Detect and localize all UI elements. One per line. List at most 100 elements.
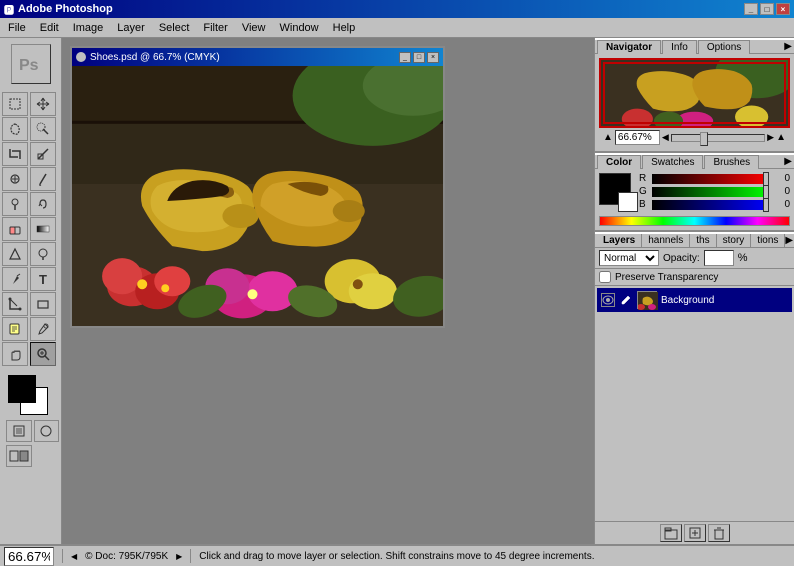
- maximize-button[interactable]: □: [760, 3, 774, 15]
- color-spectrum-bar[interactable]: [599, 216, 790, 226]
- red-slider-thumb[interactable]: [763, 172, 769, 186]
- blue-value: 0: [772, 199, 790, 210]
- layer-item-background[interactable]: Background: [597, 288, 792, 312]
- document-canvas[interactable]: [72, 66, 443, 326]
- color-foreground-bg-swatch[interactable]: [599, 173, 631, 205]
- gradient-tool[interactable]: [30, 217, 56, 241]
- tab-swatches[interactable]: Swatches: [642, 155, 703, 169]
- tab-layers[interactable]: Layers: [597, 234, 642, 247]
- shape-tool[interactable]: [30, 292, 56, 316]
- notes-tool[interactable]: [2, 317, 28, 341]
- pen-tool[interactable]: [2, 267, 28, 291]
- tab-options[interactable]: Options: [698, 40, 750, 54]
- full-screen-mode-button[interactable]: [6, 445, 32, 467]
- doc-window-controls[interactable]: _ □ ×: [399, 52, 439, 63]
- opacity-input[interactable]: [704, 250, 734, 266]
- app-title-left: 🅿 Adobe Photoshop: [4, 2, 113, 17]
- eyedropper-tool[interactable]: [30, 317, 56, 341]
- lasso-tool[interactable]: [2, 117, 28, 141]
- tool-row-10: [2, 317, 59, 341]
- eraser-tool[interactable]: [2, 217, 28, 241]
- marquee-tool[interactable]: [2, 92, 28, 116]
- red-slider-row: R 0: [639, 173, 790, 184]
- layer-visibility-icon[interactable]: [601, 293, 615, 307]
- navigator-expand-icon[interactable]: ▶: [784, 41, 792, 52]
- svg-text:Ps: Ps: [19, 57, 39, 74]
- zoom-slider-track[interactable]: [671, 134, 765, 142]
- zoom-tool[interactable]: [30, 342, 56, 366]
- blue-slider-row: B 0: [639, 199, 790, 210]
- history-brush-tool[interactable]: [30, 192, 56, 216]
- navigator-panel: Navigator Info Options ▶: [595, 38, 794, 153]
- navigator-thumbnail[interactable]: [599, 58, 790, 128]
- blue-slider-track[interactable]: [652, 200, 769, 210]
- blend-mode-select[interactable]: Normal: [599, 250, 659, 266]
- menu-file[interactable]: File: [2, 20, 32, 36]
- type-tool[interactable]: T: [30, 267, 56, 291]
- tab-navigator[interactable]: Navigator: [597, 40, 661, 54]
- menu-select[interactable]: Select: [153, 20, 196, 36]
- green-slider-row: G 0: [639, 186, 790, 197]
- status-right-arrow[interactable]: ▶: [176, 552, 182, 561]
- tab-info[interactable]: Info: [662, 40, 697, 54]
- tab-color[interactable]: Color: [597, 155, 641, 169]
- tab-paths[interactable]: ths: [690, 234, 716, 247]
- path-select-tool[interactable]: [2, 292, 28, 316]
- tab-brushes[interactable]: Brushes: [704, 155, 759, 169]
- brush-tool[interactable]: [30, 167, 56, 191]
- zoom-arrow-left[interactable]: ◀: [662, 132, 669, 143]
- close-button[interactable]: ×: [776, 3, 790, 15]
- slice-tool[interactable]: [30, 142, 56, 166]
- preserve-transparency-checkbox[interactable]: [599, 271, 611, 283]
- color-panel-expand-icon[interactable]: ▶: [784, 156, 792, 167]
- zoom-out-icon[interactable]: ▲: [603, 132, 613, 143]
- tool-row-6: [2, 217, 59, 241]
- document-title-bar: Shoes.psd @ 66.7% (CMYK) _ □ ×: [72, 48, 443, 66]
- green-slider-track[interactable]: [652, 187, 769, 197]
- new-layer-set-button[interactable]: [660, 524, 682, 542]
- tab-actions[interactable]: tions: [751, 234, 785, 247]
- quickmask-button[interactable]: [34, 420, 60, 442]
- new-layer-button[interactable]: [684, 524, 706, 542]
- green-slider-thumb[interactable]: [763, 185, 769, 199]
- magic-wand-tool[interactable]: [30, 117, 56, 141]
- menu-view[interactable]: View: [236, 20, 272, 36]
- foreground-color-box[interactable]: [8, 375, 36, 403]
- crop-tool[interactable]: [2, 142, 28, 166]
- color-panel: Color Swatches Brushes ▶ R 0: [595, 153, 794, 232]
- dodge-tool[interactable]: [30, 242, 56, 266]
- clone-stamp-tool[interactable]: [2, 192, 28, 216]
- status-left-arrow[interactable]: ◀: [71, 552, 77, 561]
- color-background-swatch[interactable]: [618, 192, 638, 212]
- menu-filter[interactable]: Filter: [197, 20, 233, 36]
- doc-close-button[interactable]: ×: [427, 52, 439, 63]
- doc-maximize-button[interactable]: □: [413, 52, 425, 63]
- layers-expand-icon[interactable]: ▶: [785, 235, 793, 246]
- menu-edit[interactable]: Edit: [34, 20, 65, 36]
- status-divider-2: [190, 549, 191, 563]
- move-tool[interactable]: [30, 92, 56, 116]
- tab-history[interactable]: story: [717, 234, 752, 247]
- menu-layer[interactable]: Layer: [111, 20, 151, 36]
- zoom-arrow-right[interactable]: ▶: [767, 132, 774, 143]
- red-slider-track[interactable]: [652, 174, 769, 184]
- minimize-button[interactable]: _: [744, 3, 758, 15]
- hand-tool[interactable]: [2, 342, 28, 366]
- standard-mode-button[interactable]: [6, 420, 32, 442]
- zoom-in-icon[interactable]: ▲: [776, 132, 786, 143]
- green-value: 0: [772, 186, 790, 197]
- delete-layer-button[interactable]: [708, 524, 730, 542]
- app-window-controls[interactable]: _ □ ×: [744, 3, 790, 15]
- zoom-value-input[interactable]: [615, 130, 660, 145]
- menu-help[interactable]: Help: [327, 20, 362, 36]
- status-zoom-input[interactable]: [4, 547, 54, 566]
- blur-tool[interactable]: [2, 242, 28, 266]
- blue-slider-thumb[interactable]: [763, 198, 769, 212]
- menu-window[interactable]: Window: [274, 20, 325, 36]
- menu-image[interactable]: Image: [67, 20, 110, 36]
- doc-minimize-button[interactable]: _: [399, 52, 411, 63]
- status-divider-1: [62, 549, 63, 563]
- healing-tool[interactable]: [2, 167, 28, 191]
- tab-channels[interactable]: hannels: [642, 234, 690, 247]
- zoom-slider-thumb[interactable]: [700, 132, 708, 146]
